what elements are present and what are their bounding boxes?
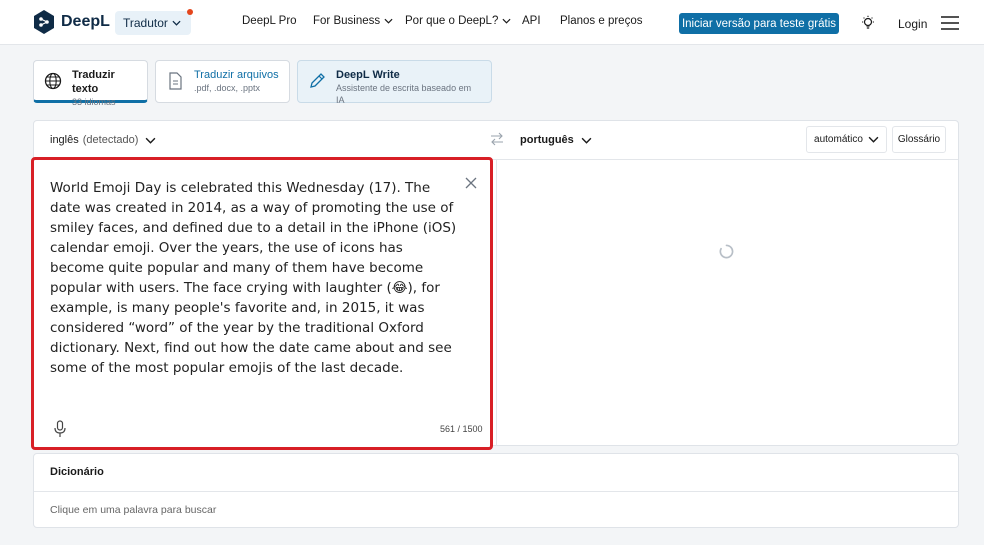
tab-title: DeepL Write	[336, 69, 400, 81]
login-link[interactable]: Login	[898, 17, 927, 31]
tab-subtitle: .pdf, .docx, .pptx	[194, 83, 261, 93]
source-language: inglês	[50, 134, 79, 146]
chevron-down-icon	[384, 18, 393, 24]
globe-icon	[44, 72, 62, 90]
tab-title: Traduzir texto	[72, 69, 115, 95]
character-counter: 561 / 1500	[440, 424, 483, 434]
deepl-logo[interactable]: DeepL	[33, 10, 110, 34]
nav-for-business[interactable]: For Business	[313, 15, 393, 27]
chevron-down-icon	[502, 18, 511, 24]
chevron-down-icon	[868, 136, 879, 143]
panel-divider	[496, 160, 497, 446]
formality-select[interactable]: automático	[806, 126, 887, 153]
nav-api[interactable]: API	[522, 15, 541, 27]
microphone-icon[interactable]	[53, 420, 67, 438]
chevron-down-icon	[146, 137, 156, 144]
target-language: português	[520, 134, 574, 146]
nav-pricing[interactable]: Planos e preços	[560, 15, 642, 27]
dictionary-title: Dicionário	[50, 466, 104, 478]
nav-why-deepl[interactable]: Por que o DeepL?	[405, 15, 511, 27]
glossary-button[interactable]: Glossário	[892, 126, 946, 153]
target-language-selector[interactable]: português	[520, 134, 592, 146]
tab-subtitle: Assistente de escrita baseado em IA	[336, 83, 472, 105]
product-switcher-label: Tradutor	[123, 16, 168, 30]
chevron-down-icon	[172, 20, 181, 26]
top-header: DeepL Tradutor DeepL Pro For Business Po…	[0, 0, 984, 45]
tab-subtitle: 33 idiomas	[72, 97, 116, 107]
hamburger-menu-icon[interactable]	[941, 16, 959, 30]
nav-label: DeepL Pro	[242, 15, 297, 27]
tab-deepl-write[interactable]: DeepL Write Assistente de escrita basead…	[297, 60, 492, 106]
detected-label: (detectado)	[82, 134, 139, 146]
source-language-selector[interactable]: inglês (detectado)	[50, 134, 156, 146]
nav-deepl-pro[interactable]: DeepL Pro	[242, 15, 297, 27]
chevron-down-icon	[581, 137, 592, 144]
dictionary-divider	[34, 491, 958, 492]
brand-name: DeepL	[61, 13, 110, 30]
swap-languages-icon[interactable]	[490, 132, 504, 146]
tab-text-group: Traduzir texto 33 idiomas	[72, 68, 137, 108]
nav-label: Por que o DeepL?	[405, 15, 499, 27]
clear-text-icon[interactable]	[465, 177, 477, 189]
document-icon	[169, 72, 182, 90]
dictionary-panel: Dicionário Clique em uma palavra para bu…	[33, 453, 959, 528]
deepl-logo-icon	[34, 10, 54, 34]
product-switcher[interactable]: Tradutor	[115, 9, 193, 35]
nav-label: Planos e preços	[560, 15, 643, 27]
pen-icon	[310, 73, 325, 88]
dictionary-hint: Clique em uma palavra para buscar	[50, 504, 217, 516]
language-bar: inglês (detectado) português automático …	[34, 121, 958, 160]
source-text-area[interactable]: World Emoji Day is celebrated this Wedne…	[31, 157, 493, 450]
tab-translate-text[interactable]: Traduzir texto 33 idiomas	[33, 60, 148, 107]
loading-spinner-icon	[719, 244, 734, 259]
source-text[interactable]: World Emoji Day is celebrated this Wedne…	[50, 178, 460, 378]
tab-text-group: DeepL Write Assistente de escrita basead…	[336, 68, 481, 106]
notification-dot	[186, 9, 193, 15]
nav-label: For Business	[313, 15, 381, 27]
nav-label: API	[522, 15, 541, 27]
tab-title: Traduzir arquivos	[194, 69, 279, 81]
free-trial-button[interactable]: Iniciar versão para teste grátis	[679, 13, 839, 34]
lightbulb-icon[interactable]	[860, 15, 876, 31]
tab-text-group: Traduzir arquivos .pdf, .docx, .pptx	[194, 68, 279, 94]
formality-value: automático	[814, 134, 863, 145]
tab-translate-files[interactable]: Traduzir arquivos .pdf, .docx, .pptx	[155, 60, 290, 103]
